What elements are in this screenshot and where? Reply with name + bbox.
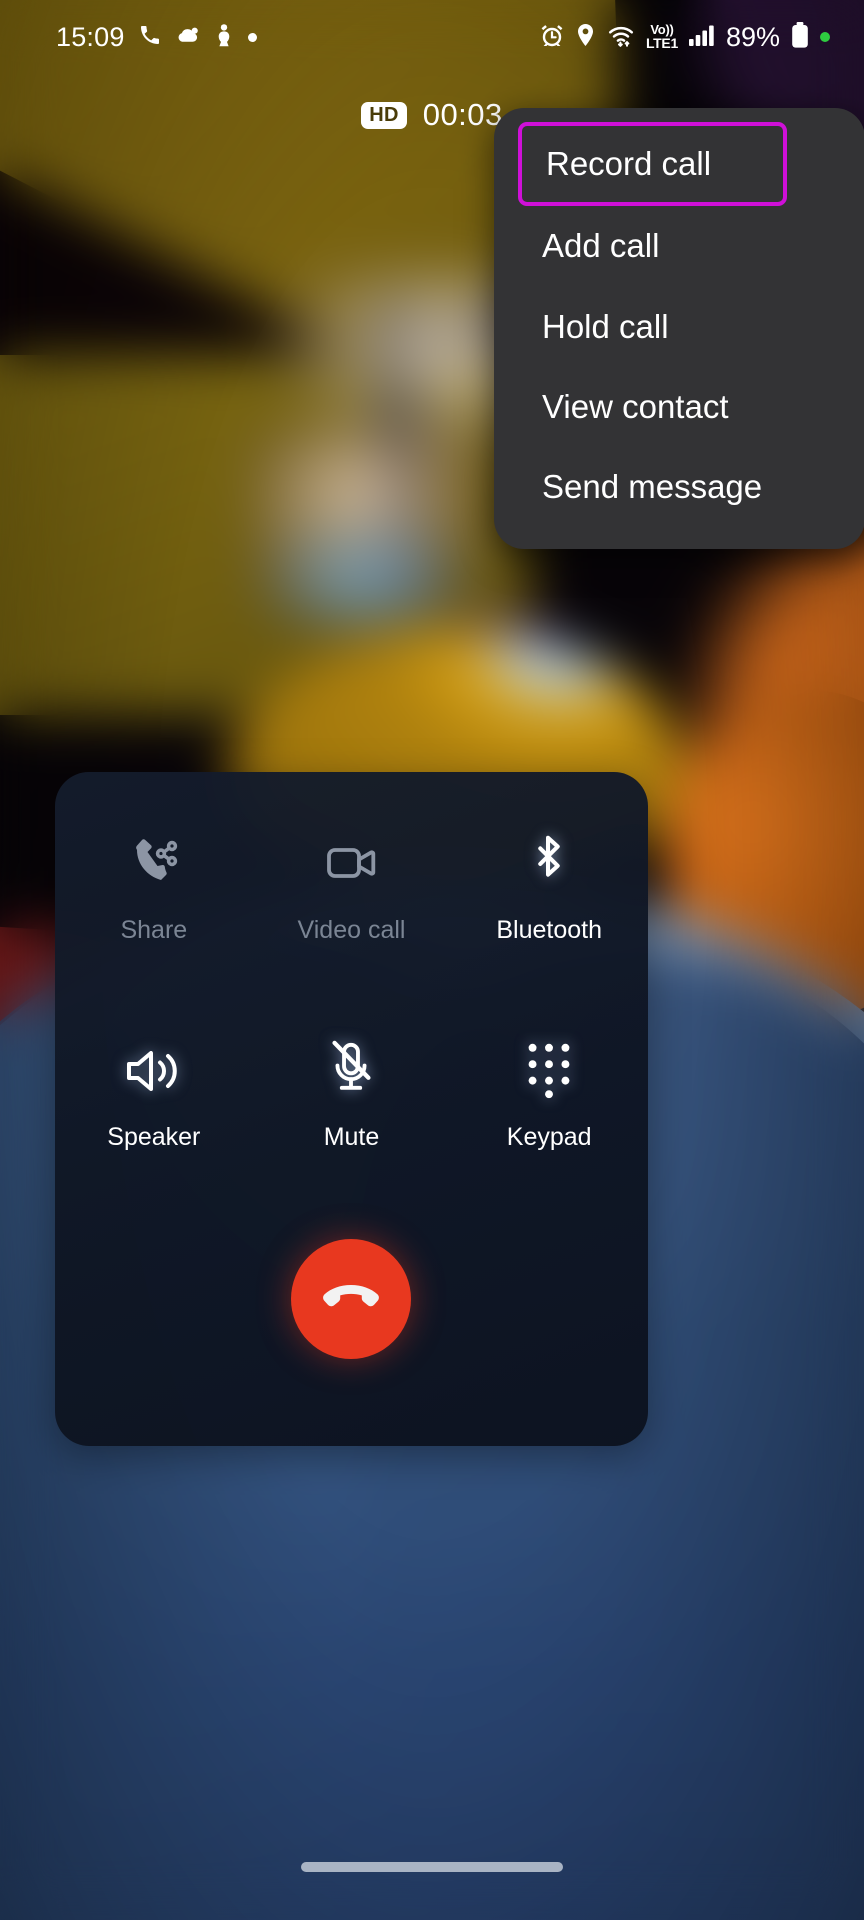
keypad-button-label: Keypad — [506, 1123, 592, 1151]
menu-item-record-call[interactable]: Record call — [518, 122, 787, 207]
share-call-icon — [125, 830, 183, 892]
share-button[interactable]: Share — [55, 830, 253, 943]
menu-item-hold-call[interactable]: Hold call — [494, 287, 864, 367]
menu-item-send-message[interactable]: Send message — [494, 447, 864, 527]
in-call-control-panel: Share Video call Bluetooth Speaker Mute … — [55, 772, 648, 1446]
wifi-icon — [607, 23, 635, 52]
menu-item-add-call[interactable]: Add call — [494, 206, 864, 286]
video-camera-icon — [321, 830, 381, 892]
location-icon — [575, 23, 596, 52]
volte-icon: Vo)) LTE1 — [645, 23, 678, 51]
hd-badge: HD — [361, 101, 407, 129]
menu-item-label: Add call — [542, 227, 660, 265]
green-status-dot-icon — [820, 32, 830, 42]
status-bar-clock: 15:09 — [56, 21, 125, 52]
call-duration-timer: 00:03 — [422, 97, 503, 132]
speaker-icon — [123, 1037, 185, 1099]
status-bar-right-group: Vo)) LTE1 89% — [540, 21, 830, 53]
status-bar-left-group: 15:09 — [56, 23, 257, 52]
speaker-button-label: Speaker — [107, 1123, 201, 1151]
phone-icon — [138, 23, 162, 52]
bluetooth-icon — [524, 830, 574, 892]
signal-bars-icon — [688, 23, 715, 52]
alarm-icon — [540, 23, 564, 52]
mute-button[interactable]: Mute — [253, 1037, 451, 1150]
battery-icon — [791, 21, 809, 53]
menu-item-label: Hold call — [542, 307, 669, 345]
app-notification-icon — [213, 23, 235, 52]
call-control-grid: Share Video call Bluetooth Speaker Mute … — [55, 830, 648, 1150]
dot-icon — [247, 32, 257, 42]
mute-button-label: Mute — [323, 1123, 380, 1151]
bluetooth-button-label: Bluetooth — [496, 916, 602, 944]
weather-cloud-icon — [175, 23, 200, 52]
end-call-icon — [320, 1277, 382, 1322]
menu-item-label: View contact — [542, 387, 729, 425]
dialpad-icon — [523, 1037, 575, 1099]
menu-item-label: Send message — [542, 468, 763, 506]
speaker-button[interactable]: Speaker — [55, 1037, 253, 1150]
share-button-label: Share — [120, 916, 188, 944]
bluetooth-button[interactable]: Bluetooth — [450, 830, 648, 943]
menu-item-label: Record call — [546, 145, 712, 182]
video-call-button-label: Video call — [297, 916, 406, 944]
video-call-button[interactable]: Video call — [253, 830, 451, 943]
volte-label-bottom: LTE1 — [645, 34, 678, 51]
microphone-off-icon — [323, 1037, 379, 1099]
call-options-menu: Record call Add call Hold call View cont… — [494, 108, 864, 550]
battery-percentage-label: 89% — [725, 21, 780, 52]
end-call-button[interactable] — [291, 1239, 411, 1359]
status-bar: 15:09 Vo)) LTE1 89% — [0, 0, 864, 74]
menu-item-view-contact[interactable]: View contact — [494, 367, 864, 447]
keypad-button[interactable]: Keypad — [450, 1037, 648, 1150]
home-gesture-pill[interactable] — [301, 1862, 563, 1872]
